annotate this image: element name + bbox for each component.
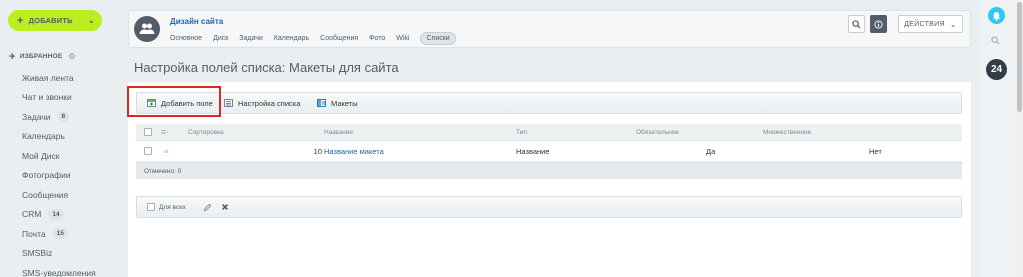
- chevron-down-icon: ⌄: [949, 19, 957, 29]
- edit-icon[interactable]: [203, 197, 212, 217]
- plus-icon: +: [17, 14, 24, 27]
- chevron-down-icon[interactable]: ⌄: [85, 14, 98, 27]
- left-sidebar: + ДОБАВИТЬ ⌄ ✈ ИЗБРАННОЕ ⚙ Живая лента Ч…: [0, 0, 118, 277]
- column-multiple[interactable]: Множественное: [763, 124, 811, 140]
- sidebar-item-label: SMS-уведомления: [22, 267, 96, 277]
- nav-item-messages[interactable]: Сообщения: [320, 33, 358, 44]
- sidebar-item-calendar[interactable]: Календарь: [22, 127, 96, 147]
- group-title[interactable]: Дизайн сайта: [170, 17, 223, 26]
- sidebar-item-feed[interactable]: Живая лента: [22, 68, 96, 88]
- row-required: Да: [706, 146, 716, 156]
- sidebar-item-smsbiz[interactable]: SMSBiz: [22, 244, 96, 264]
- nav-item-main[interactable]: Основное: [170, 33, 202, 44]
- selected-count: Отмечено: 0: [144, 167, 182, 175]
- list-settings-icon: [224, 99, 233, 107]
- group-header: Дизайн сайта Основное Диск Задачи Календ…: [128, 10, 971, 48]
- gear-icon[interactable]: ⚙: [68, 52, 75, 61]
- row-type: Название: [516, 146, 550, 156]
- list-settings-label: Настройка списка: [238, 98, 301, 108]
- nav-item-photo[interactable]: Фото: [369, 33, 385, 44]
- column-required[interactable]: Обязательное: [636, 124, 679, 140]
- highlight-annotation: [127, 86, 221, 117]
- info-icon: [874, 19, 883, 29]
- sidebar-item-label: Календарь: [22, 131, 65, 142]
- sidebar-item-label: SMSBiz: [22, 248, 53, 259]
- sidebar-item-label: Задачи: [22, 111, 51, 122]
- column-name[interactable]: Название: [324, 124, 353, 140]
- counter-badge: 8: [57, 111, 70, 123]
- for-all-checkbox[interactable]: [147, 197, 155, 217]
- nav-item-disk[interactable]: Диск: [213, 33, 228, 44]
- column-type[interactable]: Тип: [516, 124, 527, 140]
- sidebar-menu: Живая лента Чат и звонки Задачи 8 Календа…: [22, 68, 96, 277]
- favorites-header[interactable]: ✈ ИЗБРАННОЕ ⚙: [9, 52, 76, 61]
- toolbar: Добавить поле Настройка списка Макеты: [136, 92, 962, 114]
- actions-button[interactable]: ДЕЙСТВИЯ ⌄: [898, 15, 963, 33]
- scrollbar[interactable]: [1016, 0, 1023, 277]
- delete-icon[interactable]: [221, 197, 229, 217]
- columns-menu-icon[interactable]: ≡·: [161, 124, 169, 140]
- sidebar-item-label: Чат и звонки: [22, 92, 72, 103]
- info-button[interactable]: [870, 15, 887, 33]
- fields-grid: ≡· Сортировка Название Тип Обязательное …: [136, 124, 962, 179]
- row-multiple: Нет: [869, 146, 882, 156]
- sidebar-item-label: Фотографии: [22, 170, 71, 181]
- page-title: Настройка полей списка: Макеты для сайта: [134, 60, 399, 75]
- nav-item-tasks[interactable]: Задачи: [239, 33, 263, 44]
- nav-item-calendar[interactable]: Календарь: [274, 33, 309, 44]
- nav-item-lists[interactable]: Списки: [420, 32, 456, 45]
- actions-label: ДЕЙСТВИЯ: [904, 20, 945, 28]
- counter-badge: 15: [52, 228, 68, 240]
- row-menu-icon[interactable]: ≡: [164, 141, 169, 161]
- table-row[interactable]: ≡ 10 Название макета Название Да Нет: [136, 141, 962, 162]
- layouts-button[interactable]: Макеты: [317, 93, 358, 113]
- favorites-label: ИЗБРАННОЕ: [19, 53, 63, 60]
- nav-item-wiki[interactable]: Wiki: [396, 33, 409, 44]
- sidebar-item-label: Сообщения: [22, 189, 69, 200]
- add-button[interactable]: + ДОБАВИТЬ ⌄: [8, 10, 102, 31]
- sidebar-item-crm[interactable]: CRM 14: [22, 205, 96, 225]
- list-settings-button[interactable]: Настройка списка: [224, 93, 300, 113]
- search-icon: [852, 19, 861, 29]
- search-button[interactable]: [848, 15, 865, 33]
- group-avatar-icon[interactable]: [134, 16, 160, 42]
- sidebar-item-disk[interactable]: Мой Диск: [22, 146, 96, 166]
- bell-icon[interactable]: [988, 7, 1005, 24]
- sidebar-item-mail[interactable]: Почта 15: [22, 224, 96, 244]
- group-nav: Основное Диск Задачи Календарь Сообщения…: [170, 32, 467, 45]
- column-sort[interactable]: Сортировка: [188, 124, 224, 140]
- grid-header: ≡· Сортировка Название Тип Обязательное …: [136, 124, 962, 141]
- row-name-link[interactable]: Название макета: [324, 141, 384, 161]
- sidebar-item-label: CRM: [22, 209, 42, 220]
- group-actions-bar: Для всех: [136, 196, 962, 218]
- scrollbar-thumb[interactable]: [1017, 2, 1022, 112]
- counter-badge[interactable]: 24: [986, 59, 1007, 80]
- pin-icon: ✈: [9, 52, 16, 61]
- sidebar-item-tasks[interactable]: Задачи 8: [22, 107, 96, 127]
- sidebar-item-label: Живая лента: [22, 72, 74, 83]
- for-all-label: Для всех: [159, 203, 186, 211]
- sidebar-item-sms[interactable]: SMS-уведомления: [22, 263, 96, 277]
- main-content: Добавить поле Настройка списка Макеты ≡·…: [128, 82, 971, 277]
- add-button-label: ДОБАВИТЬ: [28, 16, 73, 25]
- sidebar-item-photos[interactable]: Фотографии: [22, 166, 96, 186]
- row-sort: 10: [313, 146, 322, 156]
- counter-badge: 14: [48, 208, 64, 220]
- layouts-label: Макеты: [331, 98, 358, 108]
- grid-footer: Отмечено: 0: [136, 162, 962, 179]
- layouts-icon: [317, 99, 326, 107]
- sidebar-item-label: Почта: [22, 228, 46, 239]
- sidebar-item-label: Мой Диск: [22, 150, 60, 161]
- sidebar-item-chat[interactable]: Чат и звонки: [22, 88, 96, 108]
- row-checkbox[interactable]: [144, 141, 152, 161]
- search-icon[interactable]: [991, 36, 1000, 47]
- sidebar-item-messages[interactable]: Сообщения: [22, 185, 96, 205]
- select-all-checkbox[interactable]: [144, 124, 152, 140]
